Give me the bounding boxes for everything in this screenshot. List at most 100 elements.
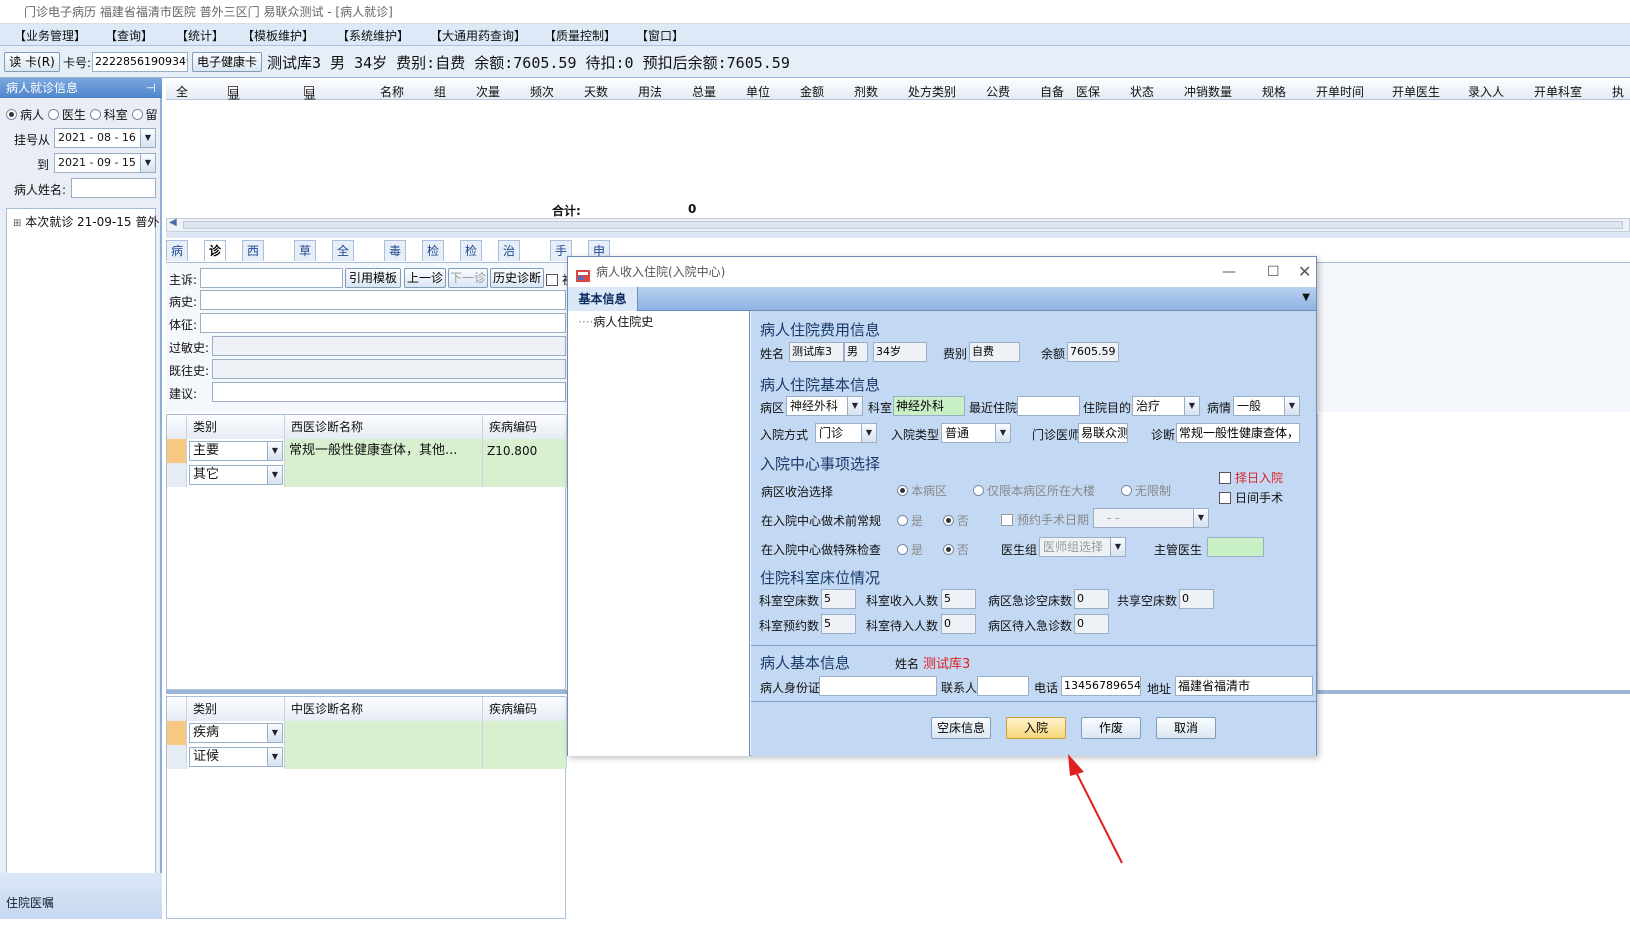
splitter[interactable] <box>166 232 1630 238</box>
advice-input[interactable] <box>212 382 566 402</box>
cd-name-cell[interactable] <box>285 721 483 745</box>
tab-narcotic[interactable]: 毒麻 <box>384 240 407 278</box>
card-no-input[interactable]: 222285619093495 <box>92 52 188 72</box>
tab-lab[interactable]: 检验 <box>422 240 445 278</box>
cd-name-cell[interactable] <box>285 745 483 769</box>
purpose-select[interactable]: 治疗 ▼ <box>1132 396 1200 416</box>
name-field[interactable]: 测试库3 <box>789 342 844 362</box>
address-field[interactable]: 福建省福清市 <box>1175 676 1313 696</box>
admit-type-select[interactable]: 普通 ▼ <box>941 423 1011 443</box>
radio-no-limit[interactable]: 无限制 <box>1121 482 1171 499</box>
history-input[interactable] <box>200 290 566 310</box>
tab-record[interactable]: 病历 <box>166 240 189 278</box>
cd-code-cell[interactable] <box>483 721 567 745</box>
table-row[interactable]: 证候 ▼ <box>187 745 285 769</box>
menu-template[interactable]: 【模板维护】 <box>242 27 314 44</box>
dropdown-arrow-icon[interactable]: ▼ <box>1193 509 1208 527</box>
radio-pre-no[interactable]: 否 <box>943 512 969 529</box>
dept-wait-field[interactable]: 0 <box>941 614 976 634</box>
complaint-input[interactable] <box>200 268 343 288</box>
dropdown-arrow-icon[interactable]: ▼ <box>267 466 282 484</box>
radio-dept[interactable]: 科室 <box>89 108 128 122</box>
wd-name-cell[interactable]: 常规一般性健康查体，其他... <box>285 439 483 463</box>
cancel-button[interactable]: 取消 <box>1156 717 1216 739</box>
expand-icon[interactable]: ⊞ <box>13 218 21 229</box>
radio-doctor[interactable]: 医生 <box>47 108 86 122</box>
empty-bed-info-button[interactable]: 空床信息 <box>931 717 991 739</box>
balance-field[interactable]: 7605.59 <box>1067 342 1119 362</box>
ward-select[interactable]: 神经外科 ▼ <box>786 396 863 416</box>
prev-visit-button[interactable]: 上一诊 <box>404 268 446 288</box>
recent-admit-field[interactable] <box>1017 396 1080 416</box>
id-card-field[interactable] <box>819 676 937 696</box>
dropdown-arrow-icon[interactable]: ▼ <box>1184 397 1199 415</box>
menu-query[interactable]: 【查询】 <box>105 27 153 44</box>
sex-field[interactable]: 男 <box>844 342 868 362</box>
tab-diagnosis[interactable]: 诊断 <box>204 240 227 278</box>
dropdown-arrow-icon[interactable]: ▼ <box>861 424 876 442</box>
dept-empty-field[interactable]: 5 <box>821 589 856 609</box>
admit-button[interactable]: 入院 <box>1006 717 1066 739</box>
fee-type-field[interactable]: 自费 <box>969 342 1020 362</box>
tab-herbal[interactable]: 草药 <box>294 240 317 278</box>
radio-exam-no[interactable]: 否 <box>943 541 969 558</box>
tab-treatment[interactable]: 治疗等 <box>498 240 521 298</box>
dropdown-arrow-icon[interactable]: ▼ <box>140 154 155 172</box>
table-row[interactable]: 其它 ▼ <box>187 463 285 487</box>
maximize-icon[interactable]: ☐ <box>1267 257 1280 287</box>
book-surgery-checkbox[interactable]: 预约手术日期 <box>1001 511 1089 528</box>
dept-book-field[interactable]: 5 <box>821 614 856 634</box>
menu-drug-query[interactable]: 【大通用药查询】 <box>430 27 526 44</box>
wd-code-cell[interactable]: Z10.800 <box>483 439 567 463</box>
outpatient-doctor-field[interactable]: 易联众测 <box>1078 423 1128 443</box>
history-diagnosis-button[interactable]: 历史诊断 <box>490 268 544 288</box>
surgery-date-select[interactable]: - - ▼ <box>1093 508 1209 528</box>
dept-field[interactable]: 神经外科 <box>893 396 965 416</box>
radio-pre-yes[interactable]: 是 <box>897 512 923 529</box>
dropdown-arrow-icon[interactable]: ▼ <box>267 724 282 742</box>
phone-field[interactable]: 13456789654 <box>1061 676 1141 696</box>
chevron-down-icon[interactable]: ▼ <box>1302 292 1310 303</box>
shared-empty-field[interactable]: 0 <box>1179 589 1214 609</box>
tree-item-visit[interactable]: ⊞ 本次就诊 21-09-15 普外 <box>13 213 159 230</box>
dropdown-arrow-icon[interactable]: ▼ <box>140 129 155 147</box>
read-card-button[interactable]: 读 卡(R) <box>4 52 60 72</box>
radio-stay[interactable]: 留 <box>131 108 158 122</box>
sign-input[interactable] <box>200 313 566 333</box>
dropdown-arrow-icon[interactable]: ▼ <box>995 424 1010 442</box>
radio-own-ward[interactable]: 本病区 <box>897 482 947 499</box>
menu-business[interactable]: 【业务管理】 <box>14 27 86 44</box>
ward-wait-field[interactable]: 0 <box>1074 614 1109 634</box>
close-icon[interactable]: ✕ <box>1298 257 1311 287</box>
tree-item-history[interactable]: ····病人住院史 <box>578 313 653 330</box>
reg-to-date[interactable]: 2021 - 09 - 15 ▼ <box>54 153 156 173</box>
radio-patient[interactable]: 病人 <box>6 108 44 122</box>
menu-stat[interactable]: 【统计】 <box>176 27 224 44</box>
dropdown-arrow-icon[interactable]: ▼ <box>1110 538 1125 556</box>
grid-h-scrollbar[interactable]: ◀ <box>166 217 1630 232</box>
dropdown-arrow-icon[interactable]: ▼ <box>267 748 282 766</box>
cd-code-cell[interactable] <box>483 745 567 769</box>
void-button[interactable]: 作废 <box>1081 717 1141 739</box>
tab-basic-info[interactable]: 基本信息 <box>568 287 638 311</box>
radio-exam-yes[interactable]: 是 <box>897 541 923 558</box>
age-field[interactable]: 34岁 <box>873 342 927 362</box>
reg-from-date[interactable]: 2021 - 08 - 16 ▼ <box>54 128 156 148</box>
dropdown-arrow-icon[interactable]: ▼ <box>847 397 862 415</box>
doctor-group-select[interactable]: 医师组选择 ▼ <box>1039 537 1126 557</box>
tab-full-ingredient[interactable]: 全成分 <box>332 240 355 298</box>
chief-doctor-field[interactable] <box>1207 537 1264 557</box>
menu-system[interactable]: 【系统维护】 <box>337 27 409 44</box>
past-history-input[interactable] <box>212 359 566 379</box>
scroll-left-icon[interactable]: ◀ <box>169 217 177 228</box>
condition-select[interactable]: 一般 ▼ <box>1233 396 1300 416</box>
diagnosis-field[interactable]: 常规一般性健康查体，其 <box>1176 423 1300 443</box>
dropdown-arrow-icon[interactable]: ▼ <box>267 442 282 460</box>
col-all[interactable]: 全 <box>176 83 188 100</box>
wd-code-cell[interactable] <box>483 463 567 487</box>
allergy-input[interactable] <box>212 336 566 356</box>
order-grid-body[interactable] <box>166 100 1630 218</box>
contact-field[interactable] <box>977 676 1029 696</box>
dept-admit-field[interactable]: 5 <box>941 589 976 609</box>
choose-day-checkbox[interactable]: 择日入院 <box>1219 469 1283 486</box>
